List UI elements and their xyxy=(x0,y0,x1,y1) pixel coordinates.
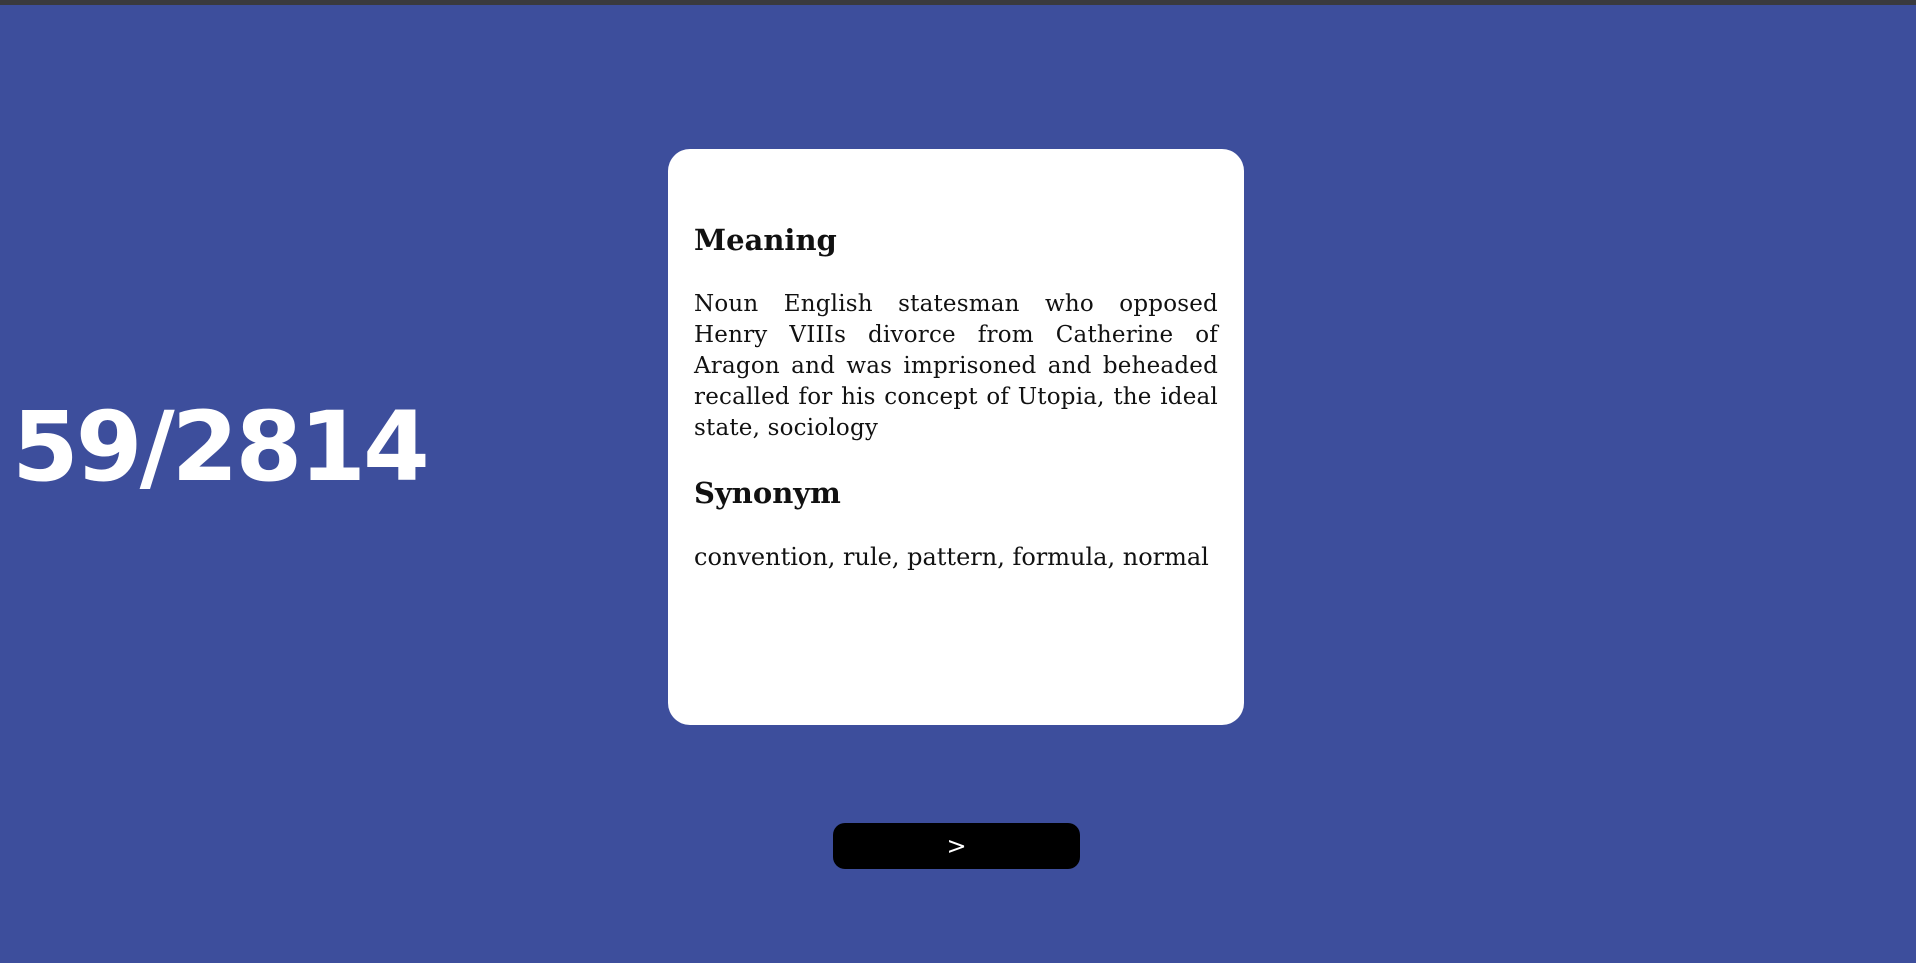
meaning-text: Noun English statesman who opposed Henry… xyxy=(694,291,1218,441)
next-button[interactable]: > xyxy=(833,823,1080,869)
synonym-text: convention, rule, pattern, formula, norm… xyxy=(694,543,1209,571)
synonym-heading: Synonym xyxy=(694,476,841,510)
flashcard: Meaning Noun English statesman who oppos… xyxy=(668,149,1244,725)
meaning-heading: Meaning xyxy=(694,223,837,257)
progress-counter: 59/2814 xyxy=(12,391,430,503)
window-top-strip xyxy=(0,0,1916,5)
